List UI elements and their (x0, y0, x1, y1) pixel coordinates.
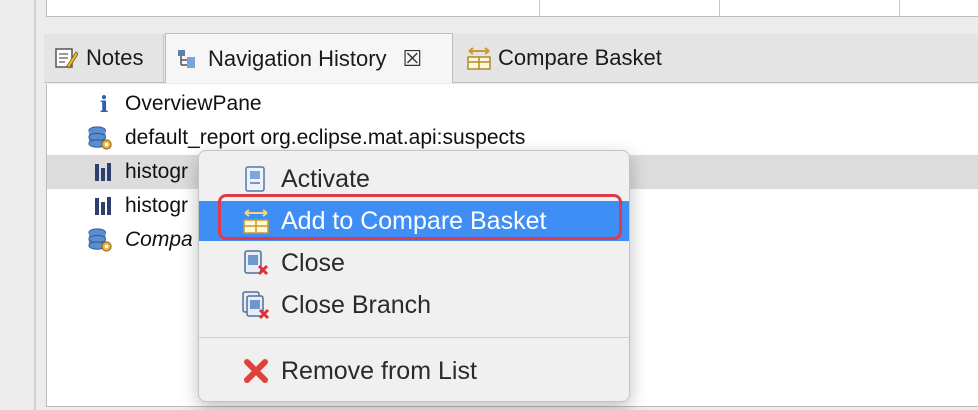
heap-dump-icon (87, 125, 113, 151)
highlight-annotation-frame (218, 194, 622, 240)
history-item-label: histogr (125, 160, 189, 183)
info-icon: i (91, 91, 117, 117)
left-gutter (0, 0, 40, 410)
tab-compare-basket[interactable]: Compare Basket (456, 34, 756, 82)
menu-item-activate[interactable]: Activate (199, 159, 629, 199)
menu-item-label: Remove from List (281, 356, 477, 385)
histogram-icon (91, 159, 117, 185)
tab-navigation-history[interactable]: Navigation History ☒ (165, 33, 453, 83)
table-column-divider (539, 0, 540, 16)
menu-item-remove-from-list[interactable]: Remove from List (199, 351, 629, 391)
context-menu: Activate Add to Compare Basket Close Clo… (198, 150, 630, 402)
tab-label: Navigation History (208, 45, 387, 71)
menu-item-close[interactable]: Close (199, 243, 629, 283)
tab-label: Notes (86, 45, 144, 70)
history-item-label: Compa (125, 228, 193, 251)
history-item-label: default_report org.eclipse.mat.api:suspe… (125, 126, 526, 149)
menu-item-close-branch[interactable]: Close Branch (199, 285, 629, 325)
close-editor-icon (241, 248, 271, 278)
navigation-history-icon (176, 47, 200, 71)
close-icon[interactable]: ☒ (403, 46, 423, 72)
history-item-label: OverviewPane (125, 92, 262, 115)
svg-text:i: i (100, 92, 108, 116)
history-item-label: histogr (125, 194, 189, 217)
remove-icon (241, 356, 271, 386)
menu-item-label: Close (281, 248, 345, 277)
compare-basket-icon (466, 46, 491, 70)
histogram-icon (91, 193, 117, 219)
menu-separator (199, 337, 629, 338)
gutter-line (34, 0, 36, 410)
close-branch-icon (241, 290, 271, 320)
heap-dump-icon (87, 227, 113, 253)
upper-table-remnant (46, 0, 978, 17)
history-item[interactable]: i OverviewPane (47, 87, 978, 121)
menu-item-label: Close Branch (281, 290, 432, 319)
tab-notes[interactable]: Notes (44, 34, 164, 82)
view-tab-bar: Notes Navigation History ☒ Compare Baske… (44, 33, 978, 83)
notes-icon (54, 46, 79, 70)
menu-item-label: Activate (281, 164, 370, 193)
table-column-divider (719, 0, 720, 16)
table-column-divider (899, 0, 900, 16)
activate-icon (241, 164, 271, 194)
tab-label: Compare Basket (498, 45, 662, 70)
